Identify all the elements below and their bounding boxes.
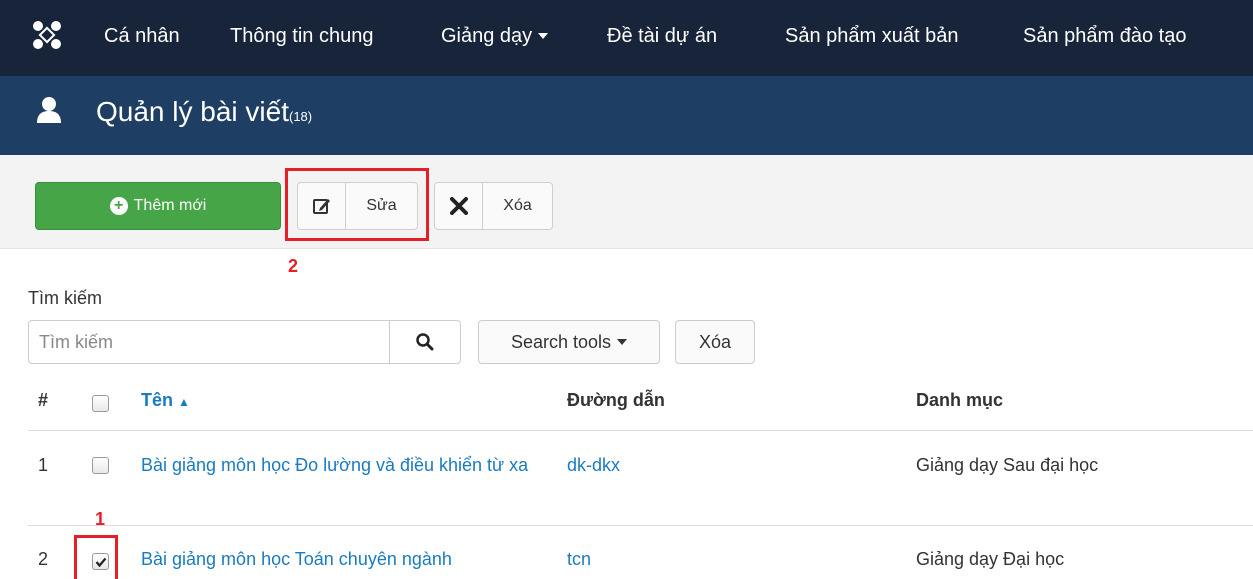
row-category: Giảng dạy Đại học [916, 549, 1065, 569]
delete-button[interactable]: Xóa [434, 182, 553, 230]
row-category: Giảng dạy Sau đại học [916, 455, 1099, 475]
joomla-logo[interactable] [32, 20, 62, 50]
close-icon [435, 183, 483, 229]
annotation-label-step-1: 1 [95, 509, 106, 529]
sort-asc-icon: ▲ [178, 395, 190, 409]
plus-circle-icon: + [109, 197, 128, 215]
header-divider [28, 430, 1253, 431]
nav-item-ca-nhan[interactable]: Cá nhân [104, 25, 180, 48]
page-header: Quản lý bài viết(18) [0, 76, 1253, 155]
caret-down-icon [617, 339, 628, 345]
search-box [28, 320, 461, 364]
page-title-text: Quản lý bài viết [96, 96, 289, 127]
caret-down-icon [538, 32, 549, 39]
nav-item-san-pham-dao-tao[interactable]: Sản phẩm đào tạo [1023, 25, 1186, 48]
search-label: Tìm kiếm [28, 288, 102, 308]
toolbar: + Thêm mới Sửa Xóa [0, 155, 1253, 249]
row-number: 2 [38, 549, 49, 569]
annotation-box-step-1 [74, 535, 118, 579]
row-checkbox[interactable] [92, 457, 109, 474]
column-header-title[interactable]: Tên ▲ [141, 390, 190, 411]
column-header-number: # [38, 390, 49, 410]
search-icon[interactable] [389, 321, 460, 363]
annotation-box-step-2 [285, 168, 429, 241]
nav-item-de-tai-du-an[interactable]: Đề tài dự án [607, 25, 717, 48]
row-title-link[interactable]: Bài giảng môn học Toán chuyên ngành [141, 545, 452, 573]
nav-item-thong-tin-chung[interactable]: Thông tin chung [230, 25, 373, 48]
add-new-button[interactable]: + Thêm mới [35, 182, 281, 230]
add-new-label: Thêm mới [133, 197, 207, 214]
search-input[interactable] [29, 321, 389, 363]
top-navbar: Cá nhân Thông tin chung Giảng dạy Đề tài… [0, 0, 1253, 76]
delete-label: Xóa [503, 197, 532, 214]
row-alias[interactable]: dk-dkx [567, 451, 620, 479]
article-count: (18) [289, 109, 313, 124]
select-all-checkbox[interactable] [92, 395, 109, 412]
row-number: 1 [38, 455, 49, 475]
row-divider [28, 525, 1253, 526]
search-tools-button[interactable]: Search tools [478, 320, 660, 364]
annotation-label-step-2: 2 [288, 256, 299, 276]
nav-item-giang-day-label: Giảng dạy [441, 25, 533, 47]
row-title-link[interactable]: Bài giảng môn học Đo lường và điều khiển… [141, 451, 531, 479]
user-icon [37, 97, 61, 123]
column-header-alias: Đường dẫn [567, 390, 665, 410]
page-title: Quản lý bài viết(18) [96, 96, 312, 128]
search-tools-label: Search tools [510, 331, 612, 352]
nav-item-giang-day[interactable]: Giảng dạy [441, 25, 549, 48]
nav-item-san-pham-xuat-ban[interactable]: Sản phẩm xuất bản [785, 25, 958, 48]
row-alias[interactable]: tcn [567, 545, 591, 573]
clear-search-button[interactable]: Xóa [675, 320, 755, 364]
column-header-title-label: Tên [141, 390, 174, 410]
column-header-category: Danh mục [916, 390, 1004, 410]
